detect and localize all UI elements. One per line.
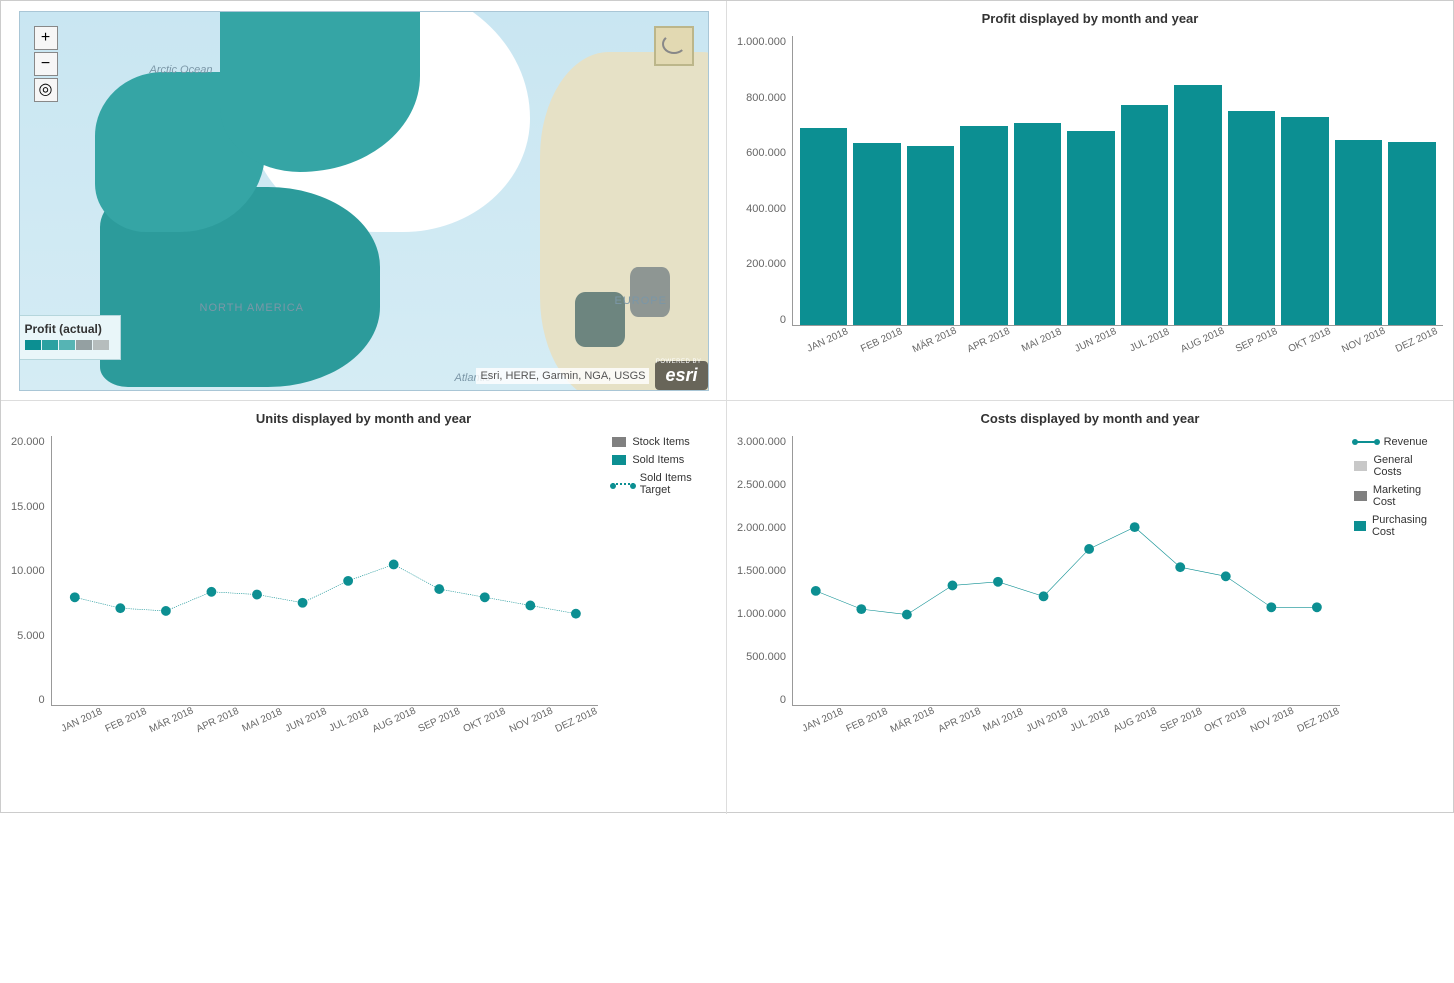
map-overview-toggle[interactable] [654, 26, 694, 66]
costs-legend: Revenue General Costs Marketing Cost Pur… [1340, 436, 1443, 727]
map-panel: + − ◎ Arctic Ocean NORTH AMERICA EUROPE … [1, 1, 727, 401]
profit-plot[interactable] [792, 36, 1443, 326]
profit-bar[interactable] [1014, 123, 1062, 325]
map-canvas[interactable]: + − ◎ Arctic Ocean NORTH AMERICA EUROPE … [19, 11, 709, 391]
profit-bar[interactable] [1281, 117, 1329, 325]
map-legend-swatches [25, 339, 110, 353]
units-x-axis: JAN 2018FEB 2018MÄR 2018APR 2018MAI 2018… [51, 710, 599, 727]
profit-chart-title: Profit displayed by month and year [737, 11, 1443, 26]
map-locate-button[interactable]: ◎ [34, 78, 58, 102]
map-label-eu: EUROPE [615, 295, 667, 307]
profit-bar[interactable] [907, 146, 955, 325]
map-attribution-text: Esri, HERE, Garmin, NGA, USGS [476, 368, 649, 384]
profit-x-axis: JAN 2018FEB 2018MÄR 2018APR 2018MAI 2018… [792, 330, 1443, 347]
units-chart-title: Units displayed by month and year [11, 411, 716, 426]
units-legend: Stock Items Sold Items Sold Items Target [598, 436, 716, 727]
profit-bar[interactable] [1121, 105, 1169, 325]
profit-bar[interactable] [800, 128, 848, 325]
profit-bar[interactable] [1335, 140, 1383, 325]
units-legend-target: Sold Items Target [612, 472, 716, 496]
costs-plot[interactable] [792, 436, 1340, 706]
costs-legend-purchasing: Purchasing Cost [1354, 514, 1443, 538]
profit-y-axis: 1.000.000800.000600.000400.000200.0000 [737, 36, 792, 326]
units-plot[interactable] [51, 436, 599, 706]
map-label-na: NORTH AMERICA [200, 302, 304, 314]
map-attribution: Esri, HERE, Garmin, NGA, USGS POWERED BY… [476, 361, 707, 390]
zoom-out-button[interactable]: − [34, 52, 58, 76]
dashboard-grid: + − ◎ Arctic Ocean NORTH AMERICA EUROPE … [0, 0, 1454, 813]
costs-legend-marketing: Marketing Cost [1354, 484, 1443, 508]
zoom-in-button[interactable]: + [34, 26, 58, 50]
costs-x-axis: JAN 2018FEB 2018MÄR 2018APR 2018MAI 2018… [792, 710, 1340, 727]
units-legend-sold: Sold Items [612, 454, 716, 466]
map-label-arctic: Arctic Ocean [150, 64, 213, 76]
map-legend-title: Profit (actual) [25, 322, 110, 336]
esri-logo: POWERED BY esri [655, 361, 707, 390]
costs-chart-title: Costs displayed by month and year [737, 411, 1443, 426]
units-y-axis: 20.00015.00010.0005.0000 [11, 436, 51, 706]
profit-bar[interactable] [960, 126, 1008, 325]
map-legend: Profit (actual) [19, 315, 121, 360]
profit-bar[interactable] [1228, 111, 1276, 325]
units-chart-panel: Units displayed by month and year 20.000… [1, 401, 727, 814]
profit-bar[interactable] [1388, 142, 1436, 326]
map-zoom-controls: + − ◎ [34, 26, 58, 102]
profit-bar[interactable] [1067, 131, 1115, 325]
map-region-de[interactable] [630, 267, 670, 317]
units-legend-stock: Stock Items [612, 436, 716, 448]
costs-y-axis: 3.000.0002.500.0002.000.0001.500.0001.00… [737, 436, 792, 706]
costs-chart-panel: Costs displayed by month and year 3.000.… [727, 401, 1453, 814]
profit-bar[interactable] [853, 143, 901, 325]
costs-legend-general: General Costs [1354, 454, 1443, 478]
profit-bar[interactable] [1174, 85, 1222, 325]
costs-legend-revenue: Revenue [1354, 436, 1443, 448]
profit-chart-panel: Profit displayed by month and year 1.000… [727, 1, 1453, 401]
